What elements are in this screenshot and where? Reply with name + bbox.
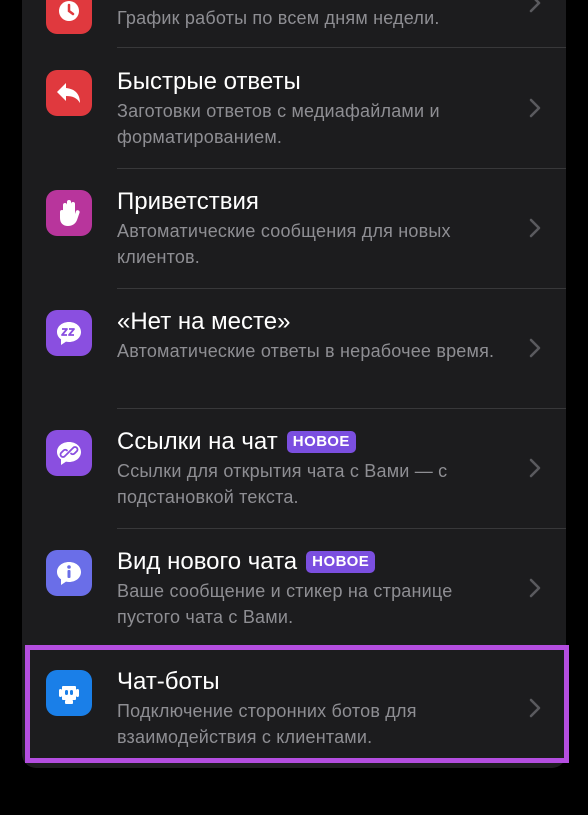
chevron-right-icon [529, 0, 541, 13]
list-item-description: Ваше сообщение и стикер на странице пуст… [117, 581, 453, 627]
list-item-description: Автоматические ответы в нерабочее время. [117, 341, 495, 361]
sleep-zz-icon [46, 310, 92, 356]
clock-icon [46, 0, 92, 34]
list-item-description: График работы по всем дням недели. [117, 8, 440, 28]
title-text: Быстрые ответы [117, 68, 301, 95]
settings-list: График работы по всем дням недели. Быстр… [22, 0, 566, 768]
title-text: «Нет на месте» [117, 308, 291, 335]
chevron-right-icon [529, 458, 541, 478]
list-item-new-chat-view[interactable]: Вид нового чата НОВОЕ Ваше сообщение и ст… [22, 528, 566, 648]
list-item-description: Заготовки ответов с медиафайлами и форма… [117, 101, 440, 147]
title-text: Ссылки на чат [117, 428, 278, 455]
list-item-chat-links[interactable]: Ссылки на чат НОВОЕ Ссылки для открытия ч… [22, 408, 566, 528]
list-item-working-hours[interactable]: График работы по всем дням недели. [22, 0, 566, 48]
list-item-quick-replies[interactable]: Быстрые ответы Заготовки ответов с медиа… [22, 48, 566, 168]
list-item-title: Быстрые ответы [117, 68, 301, 96]
new-badge: НОВОЕ [306, 551, 376, 573]
title-text: Вид нового чата [117, 548, 298, 575]
link-icon [46, 430, 92, 476]
title-text: Чат-боты [117, 668, 220, 695]
chevron-right-icon [529, 698, 541, 718]
list-item-away[interactable]: «Нет на месте» Автоматические ответы в н… [22, 288, 566, 408]
chevron-right-icon [529, 338, 541, 358]
list-item-title: Чат-боты [117, 668, 220, 696]
list-item-description: Автоматические сообщения для новых клиен… [117, 221, 451, 267]
list-item-description: Подключение сторонних ботов для взаимоде… [117, 701, 417, 747]
list-item-title: Вид нового чата НОВОЕ [117, 548, 376, 576]
title-text: Приветствия [117, 188, 259, 215]
list-item-description: Ссылки для открытия чата с Вами — с подс… [117, 461, 448, 507]
reply-arrow-icon [46, 70, 92, 116]
list-item-greetings[interactable]: Приветствия Автоматические сообщения для… [22, 168, 566, 288]
info-icon [46, 550, 92, 596]
chevron-right-icon [529, 578, 541, 598]
chevron-right-icon [529, 98, 541, 118]
waving-hand-icon [46, 190, 92, 236]
chevron-right-icon [529, 218, 541, 238]
robot-icon [46, 670, 92, 716]
new-badge: НОВОЕ [286, 431, 356, 453]
list-item-title: Ссылки на чат НОВОЕ [117, 428, 356, 456]
list-item-chat-bots[interactable]: Чат-боты Подключение сторонних ботов для… [22, 648, 566, 768]
list-item-title: «Нет на месте» [117, 308, 290, 336]
list-item-title: Приветствия [117, 188, 259, 216]
